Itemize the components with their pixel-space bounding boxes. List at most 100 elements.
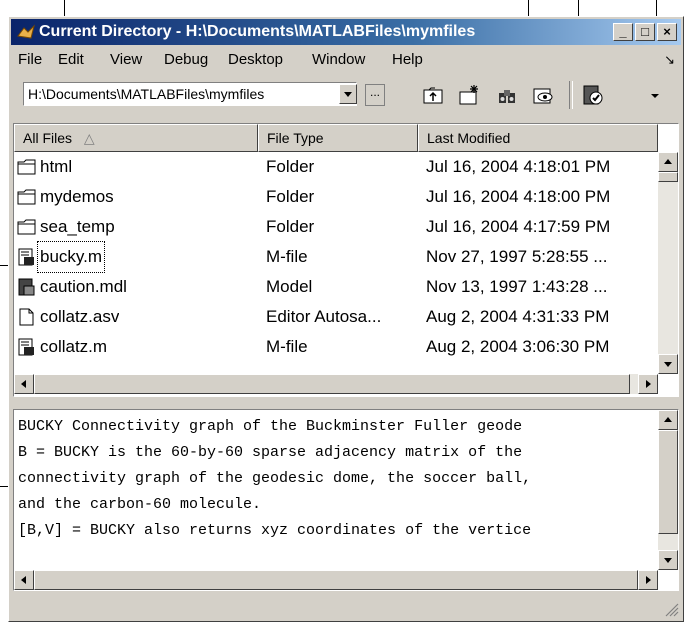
file-type: Model xyxy=(266,277,313,296)
file-type: M-file xyxy=(266,247,308,266)
current-directory-field[interactable]: H:\Documents\MATLABFiles\mymfiles xyxy=(23,82,357,106)
scroll-thumb[interactable] xyxy=(34,570,638,590)
find-files-icon[interactable] xyxy=(495,83,519,107)
menu-edit[interactable]: Edit xyxy=(55,48,87,72)
column-header-file-type[interactable]: File Type xyxy=(258,124,418,152)
resize-grip-icon[interactable] xyxy=(663,601,679,617)
help-line: B = BUCKY is the 60-by-60 sparse adjacen… xyxy=(18,444,523,461)
column-label-file-type: File Type xyxy=(267,130,324,146)
file-name: sea_temp xyxy=(40,217,115,236)
sort-ascending-icon: △ xyxy=(83,130,95,146)
file-name: html xyxy=(40,157,73,176)
scroll-down-button[interactable] xyxy=(658,550,678,570)
file-row[interactable]: collatz.asv Editor Autosa... Aug 2, 2004… xyxy=(14,302,654,332)
dock-arrow-icon[interactable]: ↘ xyxy=(664,48,675,72)
help-line: and the carbon-60 molecule. xyxy=(18,496,262,513)
file-name: mydemos xyxy=(40,187,114,206)
file-modified: Jul 16, 2004 4:18:01 PM xyxy=(426,157,611,176)
scroll-up-button[interactable] xyxy=(658,410,678,430)
scroll-thumb[interactable] xyxy=(34,374,630,394)
arrow-left-icon xyxy=(21,576,26,584)
column-label-all-files: All Files xyxy=(23,130,73,146)
arrow-down-icon xyxy=(664,558,672,563)
help-horizontal-scrollbar[interactable] xyxy=(14,570,658,590)
file-row[interactable]: sea_temp Folder Jul 16, 2004 4:17:59 PM xyxy=(14,212,654,242)
m-file-icon xyxy=(18,338,34,356)
file-modified: Aug 2, 2004 3:06:30 PM xyxy=(426,337,610,356)
document-icon xyxy=(19,308,34,326)
folder-icon xyxy=(17,159,36,175)
window-title: Current Directory - H:\Documents\MATLABF… xyxy=(39,23,476,40)
file-row[interactable]: caution.mdl Model Nov 13, 1997 1:43:28 .… xyxy=(14,272,654,302)
file-name: caution.mdl xyxy=(40,277,127,296)
menu-bar: File Edit View Debug Desktop Window Help… xyxy=(11,48,681,72)
new-folder-icon[interactable] xyxy=(457,83,481,107)
file-name: collatz.m xyxy=(40,337,108,356)
arrow-right-icon xyxy=(646,576,651,584)
arrow-down-icon xyxy=(664,362,672,367)
folder-icon xyxy=(17,189,36,205)
scroll-thumb[interactable] xyxy=(658,172,678,182)
file-modified: Aug 2, 2004 4:31:33 PM xyxy=(426,307,610,326)
model-file-icon xyxy=(18,278,35,296)
menu-view[interactable]: View xyxy=(107,48,145,72)
help-line: [B,V] = BUCKY also returns xyz coordinat… xyxy=(18,522,532,539)
title-bar[interactable]: Current Directory - H:\Documents\MATLABF… xyxy=(11,19,681,45)
help-line: connectivity graph of the geodesic dome,… xyxy=(18,470,532,487)
file-row[interactable]: html Folder Jul 16, 2004 4:18:01 PM xyxy=(14,152,654,182)
minimize-button[interactable]: _ xyxy=(613,23,633,41)
file-modified: Nov 13, 1997 1:43:28 ... xyxy=(426,277,608,296)
m-file-icon xyxy=(18,248,34,266)
arrow-up-icon xyxy=(664,417,672,422)
column-label-last-modified: Last Modified xyxy=(427,130,511,146)
visual-directory-icon[interactable] xyxy=(531,83,555,107)
browse-folder-button[interactable]: ... xyxy=(365,84,385,106)
scroll-right-button[interactable] xyxy=(638,374,658,394)
file-row[interactable]: mydemos Folder Jul 16, 2004 4:18:00 PM xyxy=(14,182,654,212)
menu-file[interactable]: File xyxy=(15,48,45,72)
file-modified: Jul 16, 2004 4:17:59 PM xyxy=(426,217,611,236)
help-vertical-scrollbar[interactable] xyxy=(658,410,678,570)
file-type: Folder xyxy=(266,157,315,176)
path-dropdown-button[interactable] xyxy=(339,84,357,104)
reports-icon[interactable] xyxy=(581,83,605,107)
menu-desktop[interactable]: Desktop xyxy=(225,48,286,72)
scroll-left-button[interactable] xyxy=(14,570,34,590)
file-list-horizontal-scrollbar[interactable] xyxy=(14,374,658,394)
help-line: BUCKY Connectivity graph of the Buckmins… xyxy=(18,418,523,435)
menu-debug[interactable]: Debug xyxy=(161,48,211,72)
file-list-vertical-scrollbar[interactable] xyxy=(658,152,678,374)
file-name: bucky.m xyxy=(36,241,106,273)
arrow-left-icon xyxy=(21,380,26,388)
up-folder-icon[interactable] xyxy=(421,83,445,107)
column-header-all-files[interactable]: All Files △ xyxy=(14,124,258,152)
dropdown-arrow-icon[interactable] xyxy=(647,83,663,107)
current-directory-window: Current Directory - H:\Documents\MATLABF… xyxy=(8,16,684,622)
file-type: Editor Autosa... xyxy=(266,307,382,326)
folder-icon xyxy=(17,219,36,235)
scroll-down-button[interactable] xyxy=(658,354,678,374)
menu-window[interactable]: Window xyxy=(309,48,368,72)
file-type: M-file xyxy=(266,337,308,356)
menu-help[interactable]: Help xyxy=(389,48,426,72)
chevron-down-icon xyxy=(344,92,352,97)
file-modified: Jul 16, 2004 4:18:00 PM xyxy=(426,187,611,206)
maximize-button[interactable]: □ xyxy=(635,23,655,41)
arrow-right-icon xyxy=(646,380,651,388)
file-list-pane: All Files △ File Type Last Modified html… xyxy=(13,123,679,397)
help-text-pane: BUCKY Connectivity graph of the Buckmins… xyxy=(13,409,679,591)
matlab-logo-icon xyxy=(17,24,35,39)
file-type: Folder xyxy=(266,187,315,206)
scroll-right-button[interactable] xyxy=(638,570,658,590)
scroll-thumb[interactable] xyxy=(658,430,678,534)
file-type: Folder xyxy=(266,217,315,236)
close-button[interactable]: × xyxy=(657,23,677,41)
scroll-up-button[interactable] xyxy=(658,152,678,172)
column-header-last-modified[interactable]: Last Modified xyxy=(418,124,658,152)
file-row[interactable]: collatz.m M-file Aug 2, 2004 3:06:30 PM xyxy=(14,332,654,362)
file-row-selected[interactable]: bucky.m M-file Nov 27, 1997 5:28:55 ... xyxy=(14,241,654,273)
toolbar: H:\Documents\MATLABFiles\mymfiles ... xyxy=(11,77,681,113)
toolbar-separator xyxy=(569,81,573,109)
file-name: collatz.asv xyxy=(40,307,120,326)
scroll-left-button[interactable] xyxy=(14,374,34,394)
